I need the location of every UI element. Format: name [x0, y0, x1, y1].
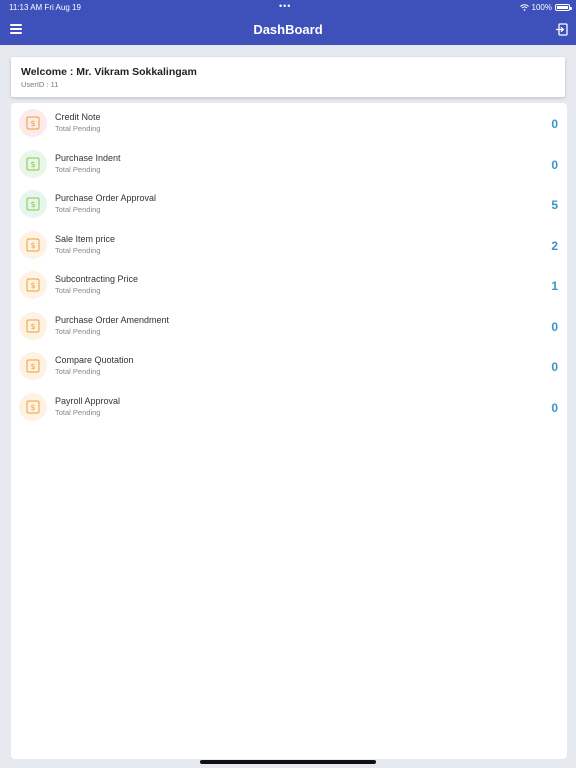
multitask-dots: •••	[279, 1, 292, 11]
logout-icon[interactable]	[556, 23, 568, 36]
svg-text:$: $	[30, 362, 35, 371]
list-item-subtitle: Total Pending	[55, 205, 101, 214]
battery-icon	[555, 4, 572, 11]
list-item-subtitle: Total Pending	[55, 327, 101, 336]
pending-count: 5	[551, 198, 558, 212]
welcome-greeting: Welcome : Mr. Vikram Sokkalingam	[21, 66, 197, 78]
status-right: 100%	[519, 3, 572, 12]
svg-text:$: $	[30, 200, 35, 209]
welcome-card: Welcome : Mr. Vikram Sokkalingam UserID …	[11, 57, 565, 97]
list-item-subtitle: Total Pending	[55, 246, 101, 255]
svg-text:$: $	[30, 241, 35, 250]
list-item-subtitle: Total Pending	[55, 367, 101, 376]
list-item-subtitle: Total Pending	[55, 286, 101, 295]
dollar-exchange-icon: $	[19, 109, 47, 137]
list-item[interactable]: $ Sale Item price Total Pending 2	[11, 228, 567, 264]
list-item-label: Compare Quotation	[55, 355, 134, 365]
pending-count: 0	[551, 117, 558, 131]
list-item[interactable]: $ Purchase Order Approval Total Pending …	[11, 187, 567, 223]
list-item-label: Sale Item price	[55, 234, 116, 244]
pending-count: 0	[551, 401, 558, 415]
svg-text:$: $	[30, 119, 35, 128]
svg-text:$: $	[30, 322, 35, 331]
list-item-label: Payroll Approval	[55, 396, 121, 406]
battery-percent: 100%	[531, 3, 552, 12]
pending-count: 2	[551, 239, 558, 253]
user-id: UserID : 11	[21, 80, 59, 89]
page-title: DashBoard	[253, 22, 323, 37]
svg-text:$: $	[30, 160, 35, 169]
list-item[interactable]: $ Payroll Approval Total Pending 0	[11, 390, 567, 426]
list-item-subtitle: Total Pending	[55, 408, 101, 417]
dollar-exchange-icon: $	[19, 312, 47, 340]
list-item[interactable]: $ Purchase Indent Total Pending 0	[11, 147, 567, 183]
list-item-label: Credit Note	[55, 112, 101, 122]
pending-count: 1	[551, 279, 558, 293]
list-item[interactable]: $ Credit Note Total Pending 0	[11, 106, 567, 142]
list-item-subtitle: Total Pending	[55, 124, 101, 133]
list-item[interactable]: $ Purchase Order Amendment Total Pending…	[11, 309, 567, 345]
wifi-icon	[519, 4, 529, 11]
pending-count: 0	[551, 320, 558, 334]
pending-list: $ Credit Note Total Pending 0 $ Purchase…	[11, 103, 567, 759]
home-indicator[interactable]	[200, 760, 376, 764]
dollar-exchange-icon: $	[19, 271, 47, 299]
dollar-exchange-icon: $	[19, 231, 47, 259]
dollar-exchange-icon: $	[19, 352, 47, 380]
list-item-label: Purchase Order Approval	[55, 193, 157, 203]
list-item[interactable]: $ Compare Quotation Total Pending 0	[11, 349, 567, 385]
list-item-label: Purchase Indent	[55, 153, 121, 163]
app-header: 11:13 AM Fri Aug 19 ••• 100% DashBoard	[0, 0, 576, 45]
status-time-date: 11:13 AM Fri Aug 19	[9, 3, 81, 12]
svg-text:$: $	[30, 403, 35, 412]
pending-count: 0	[551, 360, 558, 374]
pending-count: 0	[551, 158, 558, 172]
dollar-exchange-icon: $	[19, 393, 47, 421]
dollar-exchange-icon: $	[19, 190, 47, 218]
status-bar: 11:13 AM Fri Aug 19 ••• 100%	[0, 0, 576, 14]
dollar-exchange-icon: $	[19, 150, 47, 178]
list-item-subtitle: Total Pending	[55, 165, 101, 174]
list-item[interactable]: $ Subcontracting Price Total Pending 1	[11, 268, 567, 304]
list-item-label: Subcontracting Price	[55, 274, 139, 284]
svg-text:$: $	[30, 281, 35, 290]
list-item-label: Purchase Order Amendment	[55, 315, 170, 325]
